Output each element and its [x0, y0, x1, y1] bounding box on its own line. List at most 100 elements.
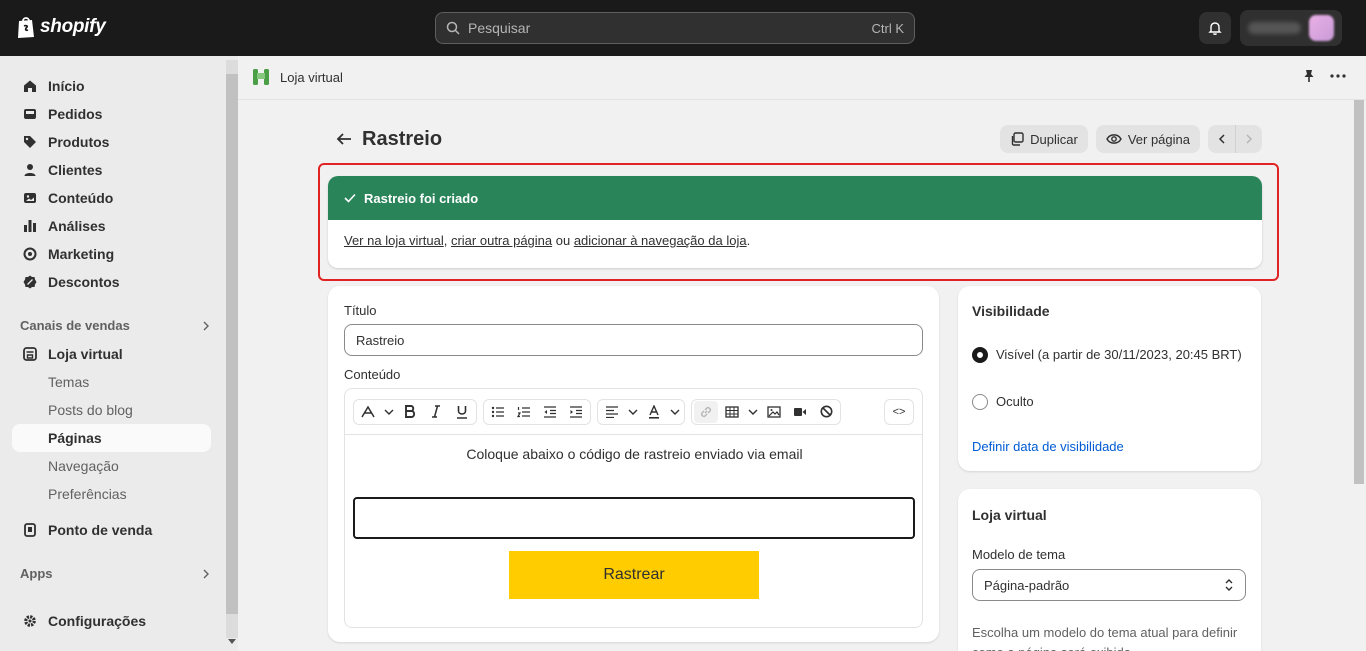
- align-left-icon: [606, 405, 618, 418]
- bold-icon: [405, 405, 416, 418]
- scrollbar-thumb[interactable]: [226, 74, 238, 614]
- outdent-icon: [544, 405, 556, 418]
- context-title[interactable]: Loja virtual: [252, 68, 343, 86]
- sidebar-sub-navigation[interactable]: Navegação: [12, 452, 211, 480]
- main-scrollbar[interactable]: [1352, 100, 1366, 651]
- sidebar-item-online-store[interactable]: Loja virtual: [12, 340, 211, 368]
- sidebar-scrollbar[interactable]: [226, 60, 238, 644]
- chevron-right-icon: [1246, 134, 1253, 144]
- set-visibility-date-link[interactable]: Definir data de visibilidade: [972, 439, 1124, 454]
- visibility-card: Visibilidade Visível (a partir de 30/11/…: [958, 286, 1261, 471]
- link-icon: [700, 406, 712, 417]
- indent-button[interactable]: [564, 401, 588, 423]
- image-icon: [22, 190, 38, 206]
- scrollbar-thumb[interactable]: [1354, 100, 1364, 484]
- online-store-card-title: Loja virtual: [972, 507, 1047, 523]
- text-color-button[interactable]: [642, 401, 666, 423]
- sidebar-item-marketing[interactable]: Marketing: [12, 240, 211, 268]
- visible-radio[interactable]: [972, 347, 988, 363]
- editor-body[interactable]: Coloque abaixo o código de rastreio envi…: [345, 435, 922, 627]
- hidden-option[interactable]: Oculto: [972, 392, 1034, 412]
- scroll-down-arrow[interactable]: [228, 639, 236, 644]
- track-button[interactable]: Rastrear: [509, 551, 759, 599]
- clear-formatting-button[interactable]: [814, 401, 838, 423]
- font-style-dropdown[interactable]: [382, 401, 396, 423]
- success-banner: Rastreio foi criado Ver na loja virtual,…: [328, 176, 1262, 268]
- notifications-button[interactable]: [1199, 12, 1231, 44]
- insert-link-button[interactable]: [694, 400, 718, 423]
- font-style-button[interactable]: [356, 401, 380, 423]
- visible-option[interactable]: Visível (a partir de 30/11/2023, 20:45 B…: [972, 345, 1242, 365]
- sidebar-item-analytics[interactable]: Análises: [12, 212, 211, 240]
- pin-icon[interactable]: [1302, 69, 1316, 83]
- logo-text: shopify: [40, 16, 106, 37]
- context-actions: [1302, 69, 1346, 83]
- align-button[interactable]: [600, 401, 624, 423]
- editor-paragraph: Coloque abaixo o código de rastreio envi…: [466, 446, 803, 462]
- sidebar-item-point-of-sale[interactable]: Ponto de venda: [12, 516, 211, 544]
- sidebar-item-content[interactable]: Conteúdo: [12, 184, 211, 212]
- tracking-code-input[interactable]: [353, 497, 915, 539]
- text-color-dropdown[interactable]: [668, 401, 682, 423]
- chevron-down-icon: [748, 409, 758, 415]
- bullet-list-button[interactable]: [486, 401, 510, 423]
- view-in-store-link[interactable]: Ver na loja virtual: [344, 233, 444, 248]
- avatar: [1309, 15, 1334, 41]
- apps-heading[interactable]: Apps: [20, 566, 210, 581]
- toolbar-group-code: <>: [884, 398, 914, 425]
- shopify-bag-icon: [18, 17, 34, 38]
- sidebar-item-label: Descontos: [48, 274, 120, 290]
- account-menu-button[interactable]: [1240, 10, 1342, 46]
- insert-video-button[interactable]: [788, 401, 812, 423]
- font-a-icon: [361, 405, 375, 417]
- sidebar-item-settings[interactable]: Configurações: [12, 607, 211, 635]
- outdent-button[interactable]: [538, 401, 562, 423]
- numbered-list-button[interactable]: [512, 401, 536, 423]
- duplicate-button[interactable]: Duplicar: [1000, 125, 1088, 153]
- sidebar-sub-preferences[interactable]: Preferências: [12, 480, 211, 508]
- sidebar-item-products[interactable]: Produtos: [12, 128, 211, 156]
- previous-button[interactable]: [1208, 125, 1235, 153]
- block-icon: [820, 405, 832, 418]
- page-content-card: Título Rastreio Conteúdo <> Coloque abai…: [328, 286, 939, 642]
- sales-channels-heading[interactable]: Canais de vendas: [20, 318, 210, 333]
- sidebar-sub-themes[interactable]: Temas: [12, 368, 211, 396]
- hidden-radio[interactable]: [972, 394, 988, 410]
- title-input[interactable]: Rastreio: [344, 324, 923, 356]
- page-header: Rastreio Duplicar Ver página: [334, 125, 1262, 153]
- sidebar-item-customers[interactable]: Clientes: [12, 156, 211, 184]
- underline-button[interactable]: [450, 401, 474, 423]
- back-button[interactable]: [334, 129, 354, 149]
- insert-table-dropdown[interactable]: [746, 401, 760, 423]
- insert-image-button[interactable]: [762, 401, 786, 423]
- italic-button[interactable]: [424, 401, 448, 423]
- search-input[interactable]: Pesquisar Ctrl K: [435, 12, 915, 44]
- sidebar-item-orders[interactable]: Pedidos: [12, 100, 211, 128]
- show-html-button[interactable]: <>: [887, 401, 911, 423]
- pos-icon: [22, 522, 38, 538]
- chevron-down-icon: [384, 409, 394, 415]
- page-title: Rastreio: [362, 127, 443, 150]
- duplicate-label: Duplicar: [1030, 131, 1078, 147]
- sidebar-sub-blog-posts[interactable]: Posts do blog: [12, 396, 211, 424]
- sidebar-item-home[interactable]: Início: [12, 72, 211, 100]
- inbox-icon: [22, 106, 38, 122]
- create-another-page-link[interactable]: criar outra página: [451, 233, 552, 248]
- chevron-right-icon: [203, 321, 209, 330]
- sidebar-item-discounts[interactable]: Descontos: [12, 268, 211, 296]
- sidebar-item-label: Configurações: [48, 613, 147, 629]
- bold-button[interactable]: [398, 401, 422, 423]
- theme-template-select[interactable]: Página-padrão: [972, 569, 1246, 601]
- insert-table-button[interactable]: [720, 401, 744, 423]
- align-dropdown[interactable]: [626, 401, 640, 423]
- view-page-button[interactable]: Ver página: [1095, 125, 1200, 153]
- add-to-navigation-link[interactable]: adicionar à navegação da loja: [574, 233, 747, 248]
- sidebar-item-label: Loja virtual: [48, 346, 123, 362]
- more-options-icon[interactable]: [1330, 74, 1346, 78]
- shopify-logo[interactable]: shopify: [16, 15, 106, 39]
- text-color-icon: [649, 404, 659, 419]
- eye-icon: [1106, 134, 1122, 144]
- target-icon: [22, 246, 38, 262]
- next-button[interactable]: [1235, 125, 1262, 153]
- sidebar-sub-pages[interactable]: Páginas: [12, 424, 211, 452]
